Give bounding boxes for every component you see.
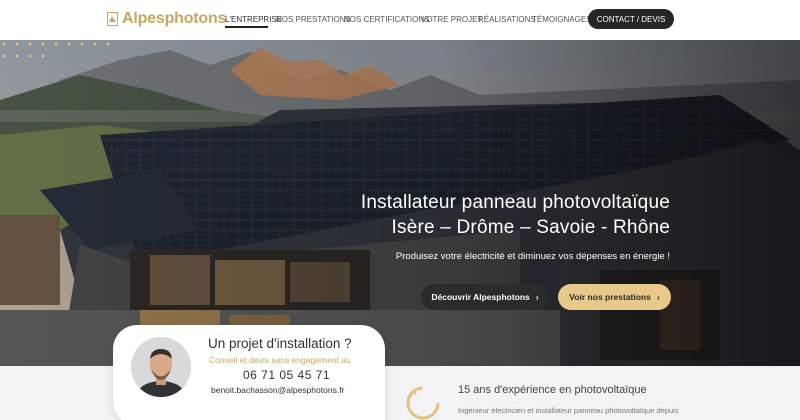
contact-card: Un projet d'installation ? Conseil et de…	[113, 325, 385, 420]
hero-title-line2: Isère – Drôme – Savoie - Rhône	[391, 217, 670, 238]
menu-item-votre-projet[interactable]: VOTRE PROJET	[421, 15, 482, 24]
menu-item-entreprise[interactable]: L'ENTREPRISE	[225, 15, 282, 24]
menu-item-realisations[interactable]: RÉALISATIONS	[478, 15, 536, 24]
experience-title: 15 ans d'expérience en photovoltaïque	[458, 384, 647, 396]
discover-alpesphotons-button[interactable]: Découvrir Alpesphotons ›	[421, 284, 549, 310]
main-menu: L'ENTREPRISE NOS PRESTATIONS NOS CERTIFI…	[0, 15, 800, 27]
hero-title-line1: Installateur panneau photovoltaïque	[360, 192, 670, 213]
experience-badge-icon	[406, 386, 440, 420]
card-subtitle: Conseil et devis sans engagement au	[209, 355, 351, 365]
chevron-right-icon: ›	[535, 292, 539, 302]
contact-devis-button[interactable]: CONTACT / DEVIS	[588, 9, 674, 29]
menu-item-temoignages[interactable]: TÉMOIGNAGES	[532, 15, 592, 24]
phone-number-link[interactable]: 06 71 05 45 71	[243, 368, 330, 382]
discover-button-label: Découvrir Alpesphotons	[431, 292, 530, 302]
top-navbar: Alpesphotons L'ENTREPRISE NOS PRESTATION…	[0, 0, 800, 40]
see-services-button[interactable]: Voir nos prestations ›	[558, 284, 671, 310]
menu-item-prestations[interactable]: NOS PRESTATIONS	[276, 15, 351, 24]
menu-item-certifications[interactable]: NOS CERTIFICATIONS	[344, 15, 430, 24]
email-link[interactable]: benoit.bachasson@alpesphotons.fr	[211, 385, 344, 395]
active-menu-indicator	[225, 26, 268, 28]
chevron-right-icon: ›	[656, 292, 660, 302]
person-photo-icon	[131, 337, 191, 397]
services-button-label: Voir nos prestations	[569, 292, 651, 302]
experience-text: Ingénieur électricien et installateur pa…	[458, 406, 679, 415]
avatar	[131, 337, 191, 397]
hero-subtitle: Produisez votre électricité et diminuez …	[395, 251, 670, 262]
card-title: Un projet d'installation ?	[208, 336, 352, 351]
hero-title: Installateur panneau photovoltaïque Isèr…	[361, 190, 670, 240]
hero-banner: Installateur panneau photovoltaïque Isèr…	[0, 40, 800, 366]
decorative-dots	[2, 42, 110, 58]
